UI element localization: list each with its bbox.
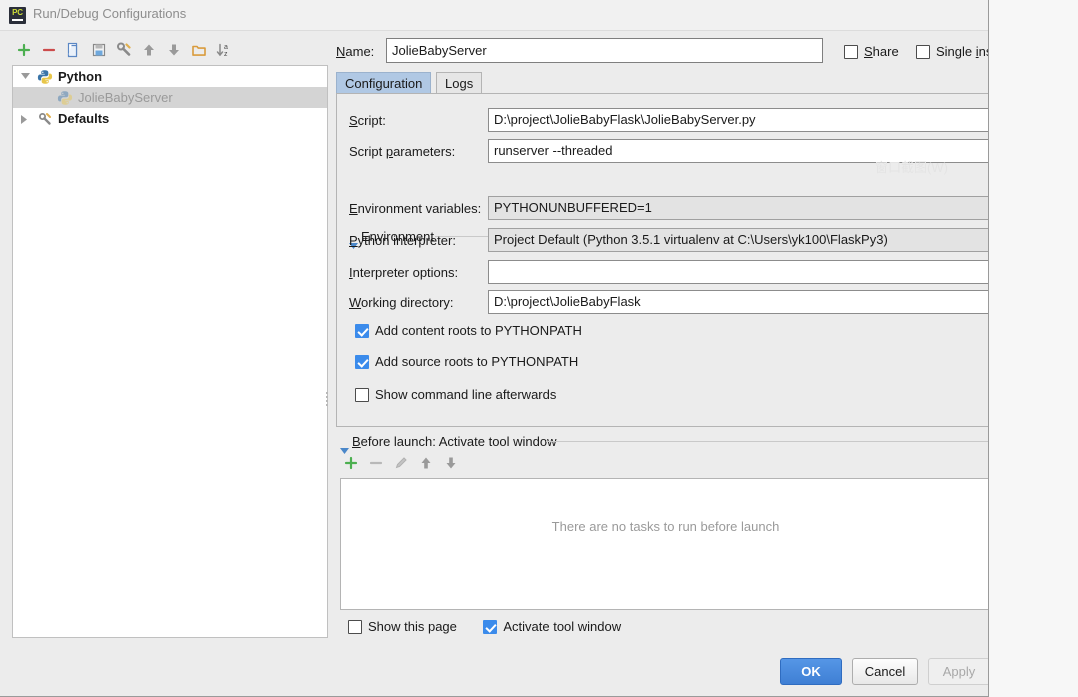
pycharm-icon-bar [12, 19, 23, 21]
show-command-line-label: Show command line afterwards [375, 387, 556, 402]
tree-item-python[interactable]: Python [13, 66, 327, 87]
before-launch-empty-text: There are no tasks to run before launch [341, 519, 989, 534]
show-this-page-label: Show this page [368, 619, 457, 634]
before-launch-options: Show this page Activate tool window [348, 618, 621, 636]
copy-configuration-button[interactable] [62, 38, 86, 62]
save-configuration-button[interactable] [87, 38, 111, 62]
dialog-title: Run/Debug Configurations [33, 6, 186, 21]
tree-item-label: Python [58, 66, 102, 87]
single-instance-label: Single ins [936, 44, 989, 59]
configurations-tree[interactable]: Python JolieBabyServer Defaults [12, 65, 328, 638]
configurations-toolbar: az [12, 38, 262, 64]
svg-text:a: a [224, 44, 228, 51]
wrench-icon [37, 111, 53, 127]
move-up-button[interactable] [137, 38, 161, 62]
tree-item-joliebabyserver[interactable]: JolieBabyServer [13, 87, 327, 108]
script-label: Script: [349, 113, 386, 128]
interpreter-options-label: Interpreter options: [349, 265, 458, 280]
panel-splitter[interactable] [325, 390, 330, 408]
activate-tool-window-checkbox[interactable]: Activate tool window [483, 618, 621, 635]
share-checkbox-box[interactable] [844, 45, 858, 59]
environment-variables-input[interactable]: PYTHONUNBUFFERED=1 [488, 196, 989, 220]
script-parameters-input[interactable]: runserver --threaded [488, 139, 989, 163]
tree-item-label: JolieBabyServer [78, 87, 173, 108]
cancel-button[interactable]: Cancel [852, 658, 918, 685]
edit-task-button [390, 452, 412, 474]
script-input[interactable]: D:\project\JolieBabyFlask\JolieBabyServe… [488, 108, 989, 132]
activate-tool-window-label: Activate tool window [503, 619, 621, 634]
show-this-page-checkbox-box[interactable] [348, 620, 362, 634]
add-source-roots-checkbox-box[interactable] [355, 355, 369, 369]
tab-configuration[interactable]: Configuration [336, 72, 431, 94]
add-content-roots-label: Add content roots to PYTHONPATH [375, 323, 582, 338]
python-icon [57, 90, 73, 106]
tree-item-defaults[interactable]: Defaults [13, 108, 327, 129]
remove-task-button [365, 452, 387, 474]
before-launch-task-list[interactable]: There are no tasks to run before launch [340, 478, 989, 610]
ok-button[interactable]: OK [780, 658, 842, 685]
add-source-roots-label: Add source roots to PYTHONPATH [375, 354, 578, 369]
task-move-down-button[interactable] [440, 452, 462, 474]
create-folder-button[interactable] [187, 38, 211, 62]
show-command-line-checkbox[interactable]: Show command line afterwards [355, 386, 556, 404]
python-icon [37, 69, 53, 85]
configuration-tab-panel: Script: D:\project\JolieBabyFlask\JolieB… [336, 93, 989, 427]
apply-button: Apply [928, 658, 989, 685]
python-interpreter-label: Python interpreter: [349, 233, 456, 248]
task-move-up-button[interactable] [415, 452, 437, 474]
add-content-roots-checkbox-box[interactable] [355, 324, 369, 338]
script-parameters-label: Script parameters: [349, 144, 455, 159]
interpreter-options-input[interactable] [488, 260, 989, 284]
chevron-down-icon[interactable] [17, 66, 33, 87]
python-interpreter-select[interactable]: Project Default (Python 3.5.1 virtualenv… [488, 228, 989, 252]
sort-configurations-button[interactable]: az [212, 38, 236, 62]
tree-item-label: Defaults [58, 108, 109, 129]
add-content-roots-checkbox[interactable]: Add content roots to PYTHONPATH [355, 322, 582, 340]
share-checkbox[interactable]: Share [844, 43, 899, 61]
name-label: Name: [336, 44, 374, 59]
activate-tool-window-checkbox-box[interactable] [483, 620, 497, 634]
single-instance-checkbox-box[interactable] [916, 45, 930, 59]
move-down-button[interactable] [162, 38, 186, 62]
dialog-title-bar: PC Run/Debug Configurations [0, 0, 989, 31]
show-command-line-checkbox-box[interactable] [355, 388, 369, 402]
add-task-button[interactable] [340, 452, 362, 474]
remove-configuration-button[interactable] [37, 38, 61, 62]
pycharm-icon-text: PC [9, 8, 26, 17]
svg-text:z: z [224, 51, 228, 58]
run-debug-configurations-dialog: PC Run/Debug Configurations [0, 0, 989, 697]
environment-variables-label: Environment variables: [349, 201, 481, 216]
single-instance-checkbox[interactable]: Single ins [916, 43, 989, 61]
working-directory-label: Working directory: [349, 295, 454, 310]
before-launch-label: Before launch: Activate tool window [352, 434, 557, 449]
chevron-right-icon[interactable] [17, 108, 33, 129]
working-directory-input[interactable]: D:\project\JolieBabyFlask [488, 290, 989, 314]
edit-templates-button[interactable] [112, 38, 136, 62]
show-this-page-checkbox[interactable]: Show this page [348, 618, 461, 635]
before-launch-separator [546, 441, 989, 442]
add-configuration-button[interactable] [12, 38, 36, 62]
tab-logs[interactable]: Logs [436, 72, 482, 94]
pycharm-icon: PC [9, 7, 26, 24]
name-input[interactable]: JolieBabyServer [386, 38, 823, 63]
add-source-roots-checkbox[interactable]: Add source roots to PYTHONPATH [355, 353, 578, 371]
share-label: Share [864, 44, 899, 59]
